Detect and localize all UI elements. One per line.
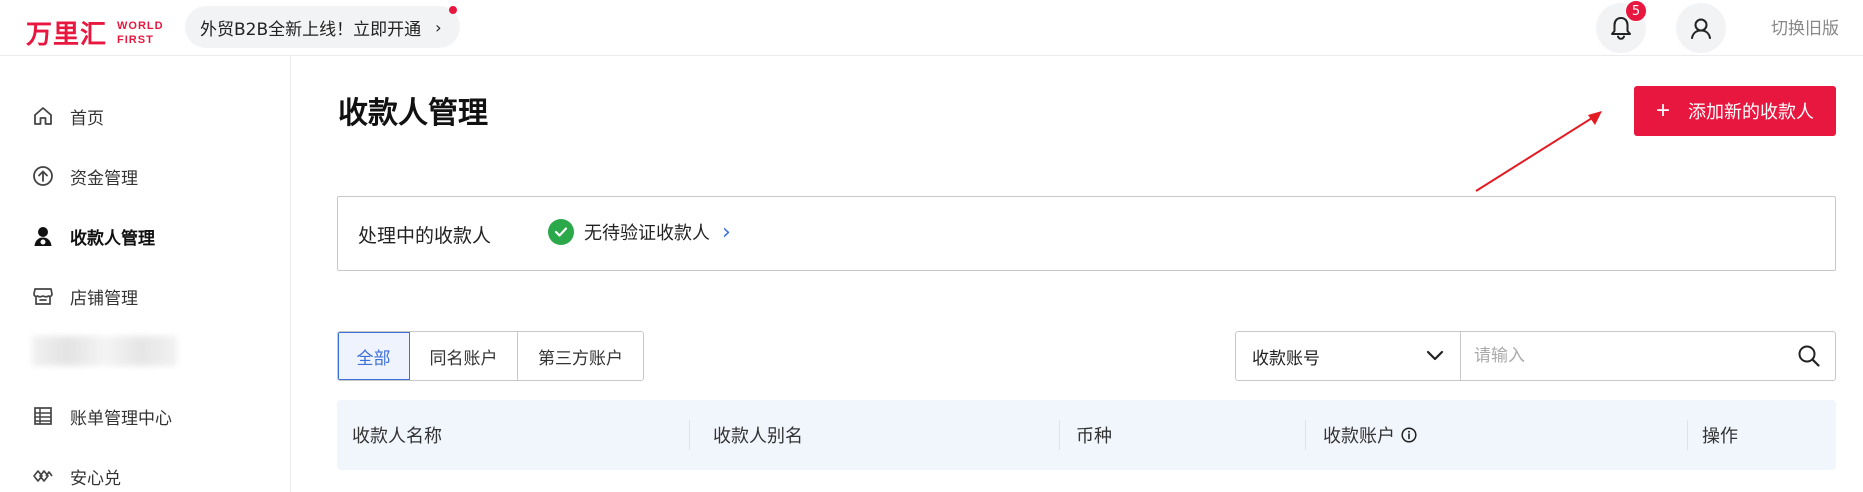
sidebar-item-label: 安心兑	[70, 468, 121, 489]
user-icon	[1691, 18, 1711, 39]
processing-label: 处理中的收款人	[358, 225, 492, 247]
payee-user-icon	[30, 223, 56, 249]
pending-verification-link[interactable]: 无待验证收款人 ›	[548, 219, 731, 245]
switch-old-version-link[interactable]: 切换旧版	[1771, 14, 1839, 39]
status-text: 无待验证收款人	[584, 223, 710, 244]
sidebar-item-label: 收款人管理	[70, 228, 155, 249]
tab-third-party-account[interactable]: 第三方账户	[518, 332, 643, 380]
sidebar-item-exchange[interactable]: 安心兑	[30, 456, 121, 492]
arrow-up-circle-icon	[30, 163, 56, 189]
plus-icon: +	[1655, 97, 1670, 124]
column-divider	[1305, 420, 1306, 450]
add-payee-label: 添加新的收款人	[1688, 102, 1814, 122]
search-field-select[interactable]: 收款账号	[1235, 331, 1461, 381]
column-header-actions: 操作	[1702, 426, 1738, 447]
table-header: 收款人名称 收款人别名 币种 收款账户 操作	[337, 400, 1836, 470]
chevron-down-icon	[1426, 350, 1444, 361]
promo-text: 外贸B2B全新上线！立即开通	[200, 19, 422, 40]
chevron-right-icon: ›	[435, 17, 442, 37]
chevron-right-icon: ›	[722, 219, 731, 245]
sidebar-item-label: 资金管理	[70, 168, 138, 189]
home-icon	[30, 103, 56, 129]
column-divider	[689, 420, 690, 450]
sidebar-item-blurred[interactable]	[32, 336, 177, 366]
notification-count-badge: 5	[1625, 0, 1647, 22]
top-bar: 万里汇 WORLD FIRST 外贸B2B全新上线！立即开通 › 5 切换旧版	[0, 0, 1863, 56]
world-first-logo[interactable]: 万里汇 WORLD FIRST	[26, 14, 164, 51]
logo-en-text: WORLD FIRST	[117, 19, 164, 47]
search-input-box	[1460, 331, 1836, 381]
column-divider	[1059, 420, 1060, 450]
receiving-account-label: 收款账户	[1323, 426, 1395, 447]
account-type-tabs: 全部 同名账户 第三方账户	[337, 331, 644, 381]
column-header-currency: 币种	[1076, 426, 1112, 447]
check-circle-icon	[548, 219, 574, 245]
sidebar-item-label: 首页	[70, 108, 104, 129]
promo-dot-indicator	[448, 6, 457, 14]
sidebar-item-label: 账单管理中心	[70, 408, 172, 429]
bill-list-icon	[30, 403, 56, 429]
column-header-payee-alias: 收款人别名	[713, 426, 803, 447]
logo-en-line1: WORLD	[117, 19, 164, 32]
page-title: 收款人管理	[338, 96, 488, 131]
annotation-arrow	[1475, 111, 1602, 192]
store-icon	[30, 283, 56, 309]
logo-cn-text: 万里汇	[26, 20, 108, 50]
column-header-payee-name: 收款人名称	[352, 426, 442, 447]
sidebar-item-bills[interactable]: 账单管理中心	[30, 396, 172, 436]
user-profile-button[interactable]	[1676, 3, 1726, 53]
tab-same-name-account[interactable]: 同名账户	[410, 332, 518, 380]
sidebar-item-payee[interactable]: 收款人管理	[30, 216, 155, 256]
column-divider	[1687, 420, 1688, 450]
promo-banner[interactable]: 外贸B2B全新上线！立即开通 ›	[185, 6, 460, 48]
logo-en-line2: FIRST	[117, 33, 154, 46]
sidebar-item-funds[interactable]: 资金管理	[30, 156, 138, 196]
info-icon[interactable]	[1401, 427, 1417, 443]
sidebar-item-label: 店铺管理	[70, 288, 138, 309]
tab-all[interactable]: 全部	[338, 332, 410, 380]
search-icon[interactable]	[1797, 344, 1821, 368]
add-payee-button[interactable]: + 添加新的收款人	[1634, 86, 1836, 136]
column-header-receiving-account: 收款账户	[1323, 400, 1417, 470]
exchange-icon	[30, 463, 56, 489]
sidebar: 首页 资金管理 收款人管理 店铺管理 账单管理中心 安心兑	[0, 56, 291, 492]
sidebar-item-store[interactable]: 店铺管理	[30, 276, 138, 316]
search-field-select-value: 收款账号	[1252, 348, 1320, 369]
search-input[interactable]	[1474, 346, 1797, 366]
sidebar-item-home[interactable]: 首页	[30, 96, 104, 136]
processing-payees-panel: 处理中的收款人 无待验证收款人 ›	[337, 196, 1836, 271]
